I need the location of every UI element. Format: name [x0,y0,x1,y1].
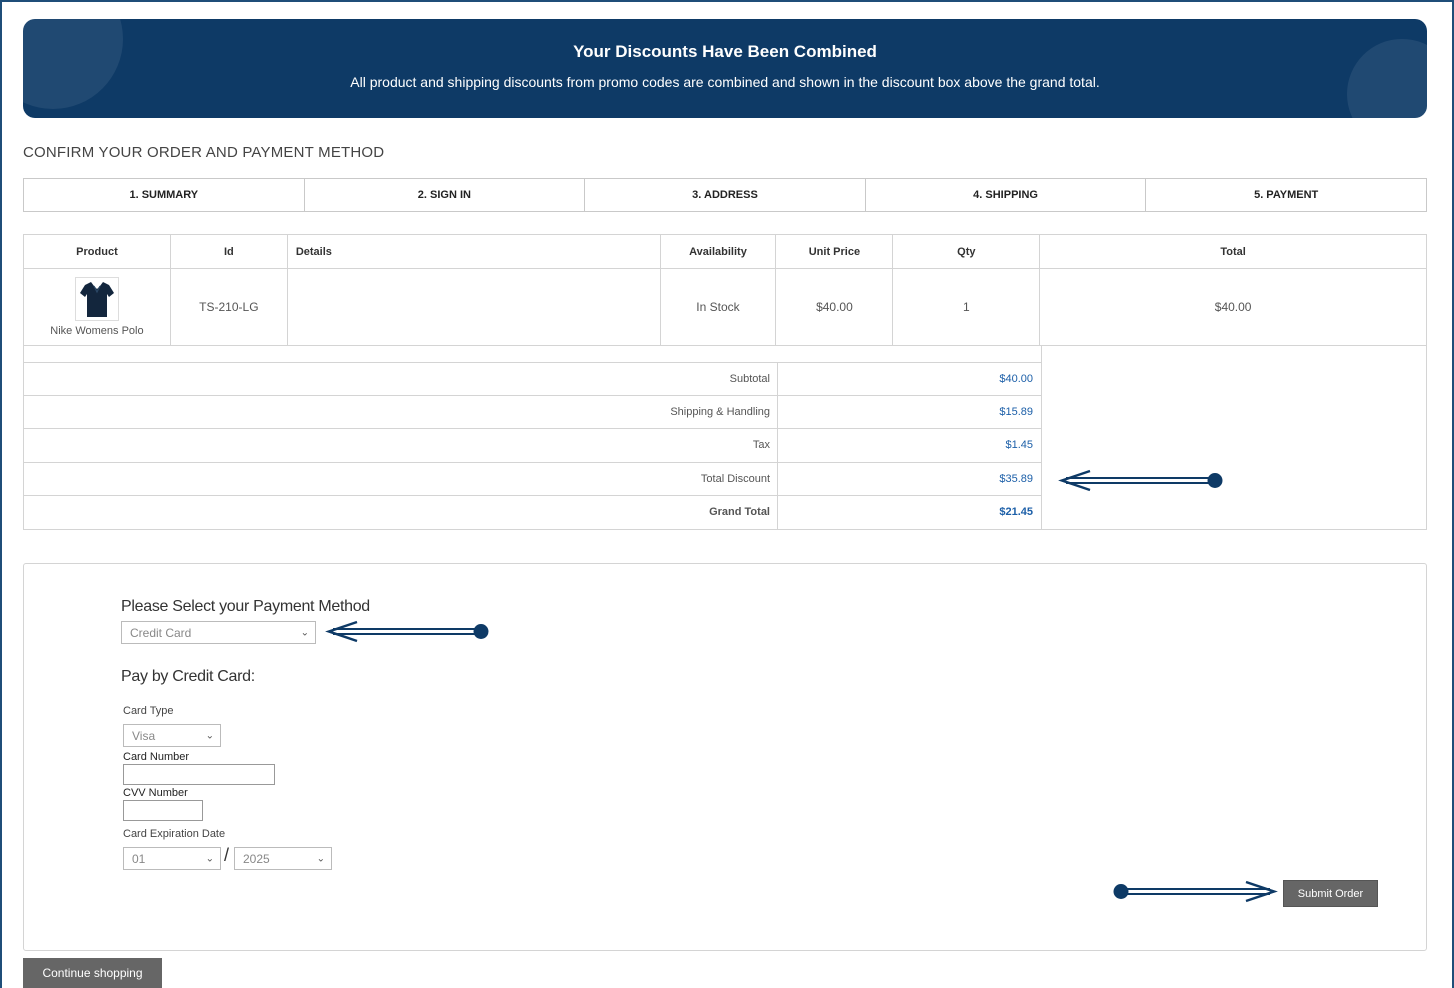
product-cell: Nike Womens Polo [23,268,171,346]
expiry-separator: / [224,845,230,865]
cvv-label: CVV Number [123,787,188,799]
tax-label: Tax [752,439,770,451]
subtotal-label: Subtotal [729,373,770,385]
expiry-year-value: 2025 [243,851,270,866]
col-header-id: Id [169,234,288,269]
order-summary: Subtotal $40.00 Shipping & Handling $15.… [23,345,1427,530]
product-total: $40.00 [1039,268,1427,346]
subtotal-value: $40.00 [999,373,1033,385]
banner-title: Your Discounts Have Been Combined [573,42,877,61]
step-sign-in[interactable]: 2. SIGN IN [305,179,586,211]
grand-total-value: $21.45 [999,506,1033,518]
chevron-down-icon: ⌄ [300,627,309,638]
chevron-down-icon: ⌄ [205,853,214,864]
annotation-arrow-left-icon [1058,469,1223,492]
summary-col-divider [777,463,778,496]
chevron-down-icon: ⌄ [316,853,325,864]
discount-value: $35.89 [999,473,1033,485]
expiry-label: Card Expiration Date [123,828,226,840]
product-qty: 1 [892,268,1041,346]
summary-col-divider [777,396,778,429]
product-details [286,268,661,346]
chevron-down-icon: ⌄ [205,730,214,741]
step-address[interactable]: 3. ADDRESS [585,179,866,211]
summary-col-divider [777,429,778,462]
summary-row-grand-total: Grand Total $21.45 [24,495,1041,529]
col-header-unit-price: Unit Price [775,234,894,269]
product-id: TS-210-LG [169,268,288,346]
payment-method-title: Please Select your Payment Method [121,598,370,615]
col-header-total: Total [1039,234,1427,269]
card-type-select[interactable]: Visa ⌄ [123,724,221,747]
summary-col-divider [777,496,778,529]
discount-label: Total Discount [700,473,770,485]
expiry-year-select[interactable]: 2025 ⌄ [234,847,332,870]
col-header-availability: Availability [659,234,777,269]
annotation-arrow-left-icon [325,620,489,643]
step-summary[interactable]: 1. SUMMARY [24,179,305,211]
banner-subtitle: All product and shipping discounts from … [350,74,1100,90]
product-availability: In Stock [659,268,777,346]
product-unit-price: $40.00 [775,268,894,346]
continue-shopping-button[interactable]: Continue shopping [23,958,162,988]
payment-method-select[interactable]: Credit Card ⌄ [121,621,316,644]
expiry-month-value: 01 [132,851,146,866]
card-type-label: Card Type [123,705,174,717]
step-shipping[interactable]: 4. SHIPPING [866,179,1147,211]
expiry-month-select[interactable]: 01 ⌄ [123,847,221,870]
shipping-label: Shipping & Handling [670,406,770,418]
product-name[interactable]: Nike Womens Polo [25,325,169,337]
summary-row-subtotal: Subtotal $40.00 [24,362,1041,396]
polo-shirt-icon [79,282,114,317]
tax-value: $1.45 [1005,439,1033,451]
summary-row-tax: Tax $1.45 [24,428,1041,462]
step-payment[interactable]: 5. PAYMENT [1146,179,1426,211]
summary-divider [1041,345,1042,529]
payment-method-value: Credit Card [130,625,192,640]
annotation-arrow-right-icon [1113,880,1278,903]
summary-col-divider [777,363,778,396]
summary-row-shipping: Shipping & Handling $15.89 [24,395,1041,429]
discount-banner: Your Discounts Have Been Combined All pr… [23,19,1427,118]
table-row: Nike Womens Polo TS-210-LG In Stock $40.… [23,268,1427,346]
summary-row-discount: Total Discount $35.89 [24,462,1041,496]
card-type-value: Visa [132,728,156,743]
card-number-label: Card Number [123,751,190,763]
col-header-details: Details [286,234,661,269]
table-header-row: Product Id Details Availability Unit Pri… [23,234,1427,269]
col-header-qty: Qty [892,234,1041,269]
banner-decoration [23,19,123,109]
cvv-input[interactable] [123,800,203,821]
product-thumbnail[interactable] [74,277,119,321]
col-header-product: Product [23,234,171,269]
card-number-input[interactable] [123,764,275,785]
grand-total-label: Grand Total [709,506,770,518]
pay-by-card-title: Pay by Credit Card: [121,668,255,685]
checkout-steps: 1. SUMMARY 2. SIGN IN 3. ADDRESS 4. SHIP… [23,178,1427,212]
page-title: CONFIRM YOUR ORDER AND PAYMENT METHOD [23,144,385,161]
shipping-value: $15.89 [999,406,1033,418]
submit-order-button[interactable]: Submit Order [1283,880,1378,907]
order-table: Product Id Details Availability Unit Pri… [23,234,1427,346]
